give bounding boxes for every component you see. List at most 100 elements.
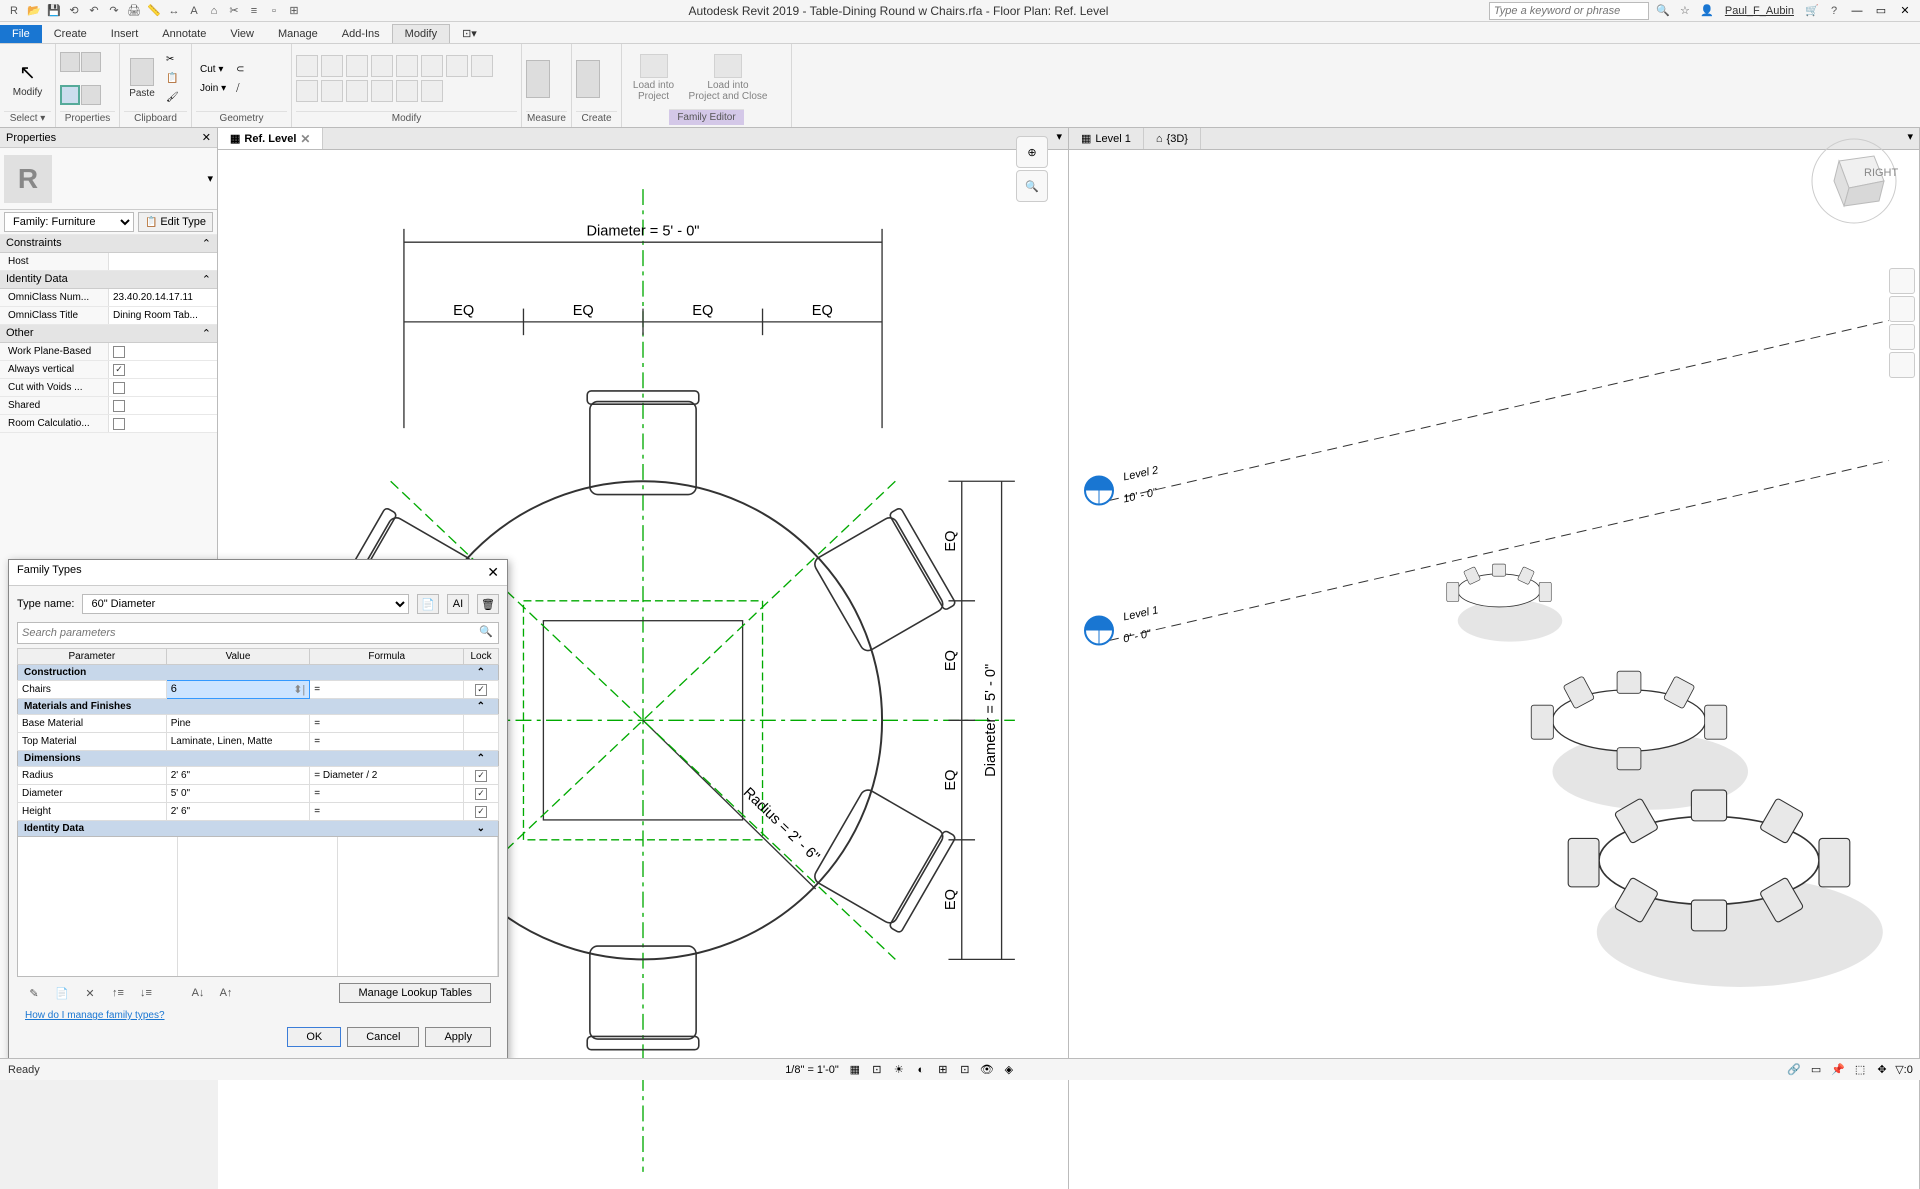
tab-manage[interactable]: Manage xyxy=(266,25,330,43)
hide-icon[interactable]: 👁 xyxy=(979,1062,995,1078)
modify-button[interactable]: ↖ Modify xyxy=(4,49,51,109)
load-project-button[interactable]: Load into Project xyxy=(626,48,681,108)
detail-level-icon[interactable]: ▦ xyxy=(847,1062,863,1078)
visual-style-icon[interactable]: ⊡ xyxy=(869,1062,885,1078)
mirror-pick-icon[interactable] xyxy=(346,55,368,77)
array-icon[interactable] xyxy=(321,80,343,102)
cope-button[interactable]: ⊂ xyxy=(232,60,248,78)
new-type-button[interactable]: 📄 xyxy=(417,594,439,614)
tab-addins[interactable]: Add-Ins xyxy=(330,25,392,43)
view-cube[interactable]: RIGHT xyxy=(1809,136,1899,226)
view-scale[interactable]: 1/8" = 1'-0" xyxy=(777,1064,847,1076)
project-units-icon[interactable] xyxy=(81,85,101,105)
split-button[interactable]: ⧸ xyxy=(232,79,248,97)
dialog-titlebar[interactable]: Family Types ✕ xyxy=(9,560,507,586)
select-underlay-icon[interactable]: ▭ xyxy=(1808,1062,1824,1078)
group-identity-data[interactable]: Identity Data xyxy=(18,821,464,837)
delete-icon[interactable] xyxy=(421,80,443,102)
rotate-icon[interactable] xyxy=(446,55,468,77)
workplane-checkbox[interactable] xyxy=(113,346,125,358)
search-parameters-input[interactable] xyxy=(17,622,499,644)
properties-close-icon[interactable]: ✕ xyxy=(202,131,211,144)
offset-icon[interactable] xyxy=(321,55,343,77)
group-construction[interactable]: Construction xyxy=(18,665,464,681)
copy-button[interactable]: 📋 xyxy=(162,70,183,88)
help-search-input[interactable] xyxy=(1489,2,1649,20)
col-value[interactable]: Value xyxy=(166,649,310,665)
close-button[interactable]: ✕ xyxy=(1896,3,1914,19)
chairs-value-cell[interactable]: 6 ⬍| xyxy=(166,681,310,699)
diameter-lock-checkbox[interactable] xyxy=(475,788,487,800)
cancel-button[interactable]: Cancel xyxy=(347,1027,419,1047)
dimension-icon[interactable]: ↔ xyxy=(166,3,182,19)
tab-insert[interactable]: Insert xyxy=(99,25,151,43)
pan-icon[interactable] xyxy=(1889,296,1915,322)
select-links-icon[interactable]: 🔗 xyxy=(1786,1062,1802,1078)
delete-param-icon[interactable]: ✕ xyxy=(81,984,99,1002)
align-icon[interactable] xyxy=(296,55,318,77)
scale-icon[interactable] xyxy=(346,80,368,102)
tab-modify[interactable]: Modify xyxy=(392,24,450,43)
type-properties-icon[interactable] xyxy=(81,52,101,72)
switch-windows-icon[interactable]: ⊞ xyxy=(286,3,302,19)
group-identity[interactable]: Identity Data⌃ xyxy=(0,271,217,289)
move-icon[interactable] xyxy=(396,55,418,77)
select-face-icon[interactable]: ⬚ xyxy=(1852,1062,1868,1078)
col-formula[interactable]: Formula xyxy=(310,649,464,665)
modify-param-icon[interactable]: 📄 xyxy=(53,984,71,1002)
redo-icon[interactable]: ↷ xyxy=(106,3,122,19)
steering-wheel-icon[interactable]: ⊕ xyxy=(1016,136,1048,168)
tab-annotate[interactable]: Annotate xyxy=(150,25,218,43)
view-tab-level1[interactable]: ▦ Level 1 xyxy=(1069,128,1144,149)
view-3d[interactable]: ▦ Level 1 ⌂ {3D} ▾ xyxy=(1069,128,1920,1189)
minimize-button[interactable]: — xyxy=(1848,3,1866,19)
help-icon[interactable]: ? xyxy=(1826,3,1842,19)
print-icon[interactable]: 🖨 xyxy=(126,3,142,19)
revit-logo-icon[interactable]: R xyxy=(6,3,22,19)
tab-file[interactable]: File xyxy=(0,25,42,43)
copy-icon[interactable] xyxy=(421,55,443,77)
family-types-icon[interactable] xyxy=(60,85,80,105)
view-3d-drawing[interactable]: Level 2 10' - 0" Level 1 0' - 0" xyxy=(1069,150,1919,1189)
alwaysvertical-checkbox[interactable] xyxy=(113,364,125,376)
group-dimensions[interactable]: Dimensions xyxy=(18,751,464,767)
tab-create[interactable]: Create xyxy=(42,25,99,43)
moveup-icon[interactable]: ↑≡ xyxy=(109,984,127,1002)
preview-dropdown-icon[interactable]: ▾ xyxy=(207,172,213,185)
join-geom-button[interactable]: Join ▾ xyxy=(196,79,230,97)
close-icon[interactable]: ✕ xyxy=(300,132,310,146)
filter-icon[interactable]: ▽:0 xyxy=(1896,1062,1912,1078)
search-icon[interactable]: 🔍 xyxy=(479,625,493,638)
rename-type-button[interactable]: AI xyxy=(447,594,469,614)
sort-desc-icon[interactable]: A↑ xyxy=(217,984,235,1002)
text-icon[interactable]: A xyxy=(186,3,202,19)
type-name-dropdown[interactable]: 60" Diameter xyxy=(82,594,409,614)
tab-view[interactable]: View xyxy=(218,25,266,43)
manage-lookup-button[interactable]: Manage Lookup Tables xyxy=(339,983,491,1003)
apply-button[interactable]: Apply xyxy=(425,1027,491,1047)
chairs-lock-checkbox[interactable] xyxy=(475,684,487,696)
radius-lock-checkbox[interactable] xyxy=(475,770,487,782)
view-dropdown-icon[interactable]: ▾ xyxy=(1901,128,1919,149)
shared-checkbox[interactable] xyxy=(113,400,125,412)
view-tab-reflevel[interactable]: ▦ Ref. Level ✕ xyxy=(218,128,323,149)
measure-icon[interactable]: 📏 xyxy=(146,3,162,19)
cutvoids-checkbox[interactable] xyxy=(113,382,125,394)
view-tab-3d[interactable]: ⌂ {3D} xyxy=(1144,128,1201,149)
reveal-icon[interactable]: ◈ xyxy=(1001,1062,1017,1078)
group-materials[interactable]: Materials and Finishes xyxy=(18,699,464,715)
match-button[interactable]: 🖌 xyxy=(162,89,183,107)
measure-tool-icon[interactable] xyxy=(526,60,550,98)
view-dropdown-icon[interactable]: ▾ xyxy=(1050,128,1068,149)
search-icon[interactable]: 🔍 xyxy=(1655,3,1671,19)
trim-icon[interactable] xyxy=(471,55,493,77)
col-lock[interactable]: Lock xyxy=(464,649,499,665)
mirror-draw-icon[interactable] xyxy=(371,55,393,77)
properties-icon[interactable] xyxy=(60,52,80,72)
load-project-close-button[interactable]: Load into Project and Close xyxy=(683,48,773,108)
steering-wheel-icon[interactable] xyxy=(1889,268,1915,294)
3d-icon[interactable]: ⌂ xyxy=(206,3,222,19)
omnititle-value[interactable]: Dining Room Tab... xyxy=(108,307,217,324)
delete-type-button[interactable]: 🗑 xyxy=(477,594,499,614)
sun-path-icon[interactable]: ☀ xyxy=(891,1062,907,1078)
